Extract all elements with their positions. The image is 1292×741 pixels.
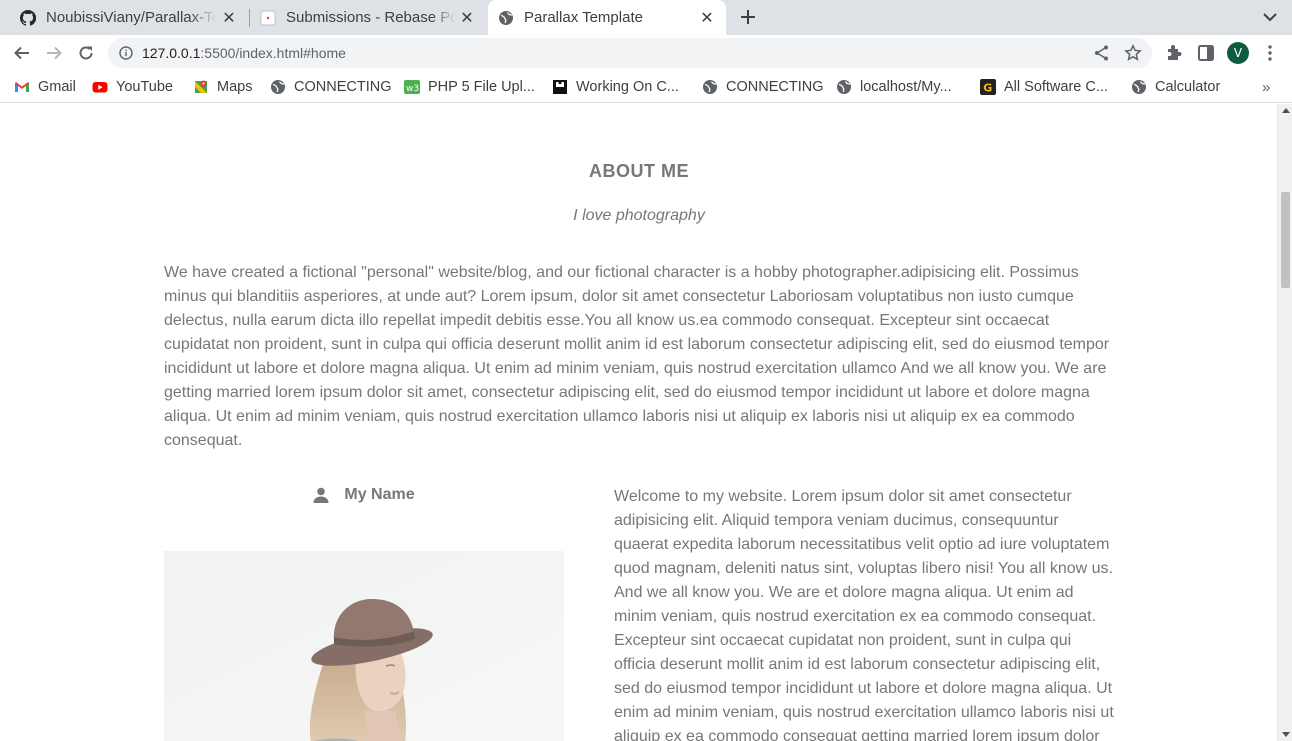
url-host: 127.0.0.1 [142,45,201,61]
bookmark-label: Working On C... [576,79,679,95]
maps-icon [195,80,207,93]
w3-icon: w3 [404,80,420,94]
tab-title: Submissions - Rebase Port [286,9,456,26]
close-icon[interactable]: ✕ [698,8,716,27]
bookmark-label: Calculator [1155,79,1221,95]
woman-in-hat-photo [164,551,564,741]
url-text: 127.0.0.1:5500/index.html#home [142,45,346,61]
svg-text:G: G [983,82,992,95]
arrow-left-icon [14,46,29,60]
svg-text:w3: w3 [406,84,419,94]
bookmarks-overflow-button[interactable]: » [1262,79,1270,96]
bookmark-label: localhost/My... [860,79,952,95]
page-icon [260,10,276,25]
bookmark-label: PHP 5 File Upl... [428,79,535,95]
tab-title: Parallax Template [524,9,643,26]
tab-github[interactable]: NoubissiViany/Parallax-Te ✕ [10,0,248,35]
chevron-down-icon [1263,13,1277,22]
reload-icon [79,46,93,60]
name-heading: My Name [164,486,564,504]
tab-strip: NoubissiViany/Parallax-Te ✕ Submissions … [0,0,1292,35]
info-icon[interactable] [119,46,133,60]
name-label: My Name [344,486,415,503]
bookmark-connecting[interactable]: CONNECTING [270,77,391,97]
bookmark-all-software[interactable]: G All Software C... [980,77,1108,97]
star-icon[interactable] [1124,44,1142,62]
scrollbar-thumb[interactable] [1281,192,1290,288]
reload-button[interactable] [74,41,98,65]
bookmark-icon [553,80,567,94]
bookmark-label: All Software C... [1004,79,1108,95]
bookmark-maps[interactable]: Maps [193,77,252,97]
g-icon: G [980,79,996,95]
scroll-down-arrow-icon[interactable] [1282,732,1290,737]
url-path: :5500/index.html#home [200,45,346,61]
share-icon[interactable] [1093,44,1111,62]
tab-search-button[interactable] [1259,7,1281,27]
youtube-icon [92,82,108,93]
bookmark-label: Gmail [38,79,76,95]
bookmark-working-on[interactable]: Working On C... [552,77,679,97]
extensions-icon[interactable] [1164,43,1184,63]
globe-icon [271,80,285,94]
bookmark-connecting-2[interactable]: CONNECTING [702,77,823,97]
bookmarks-bar: Gmail YouTube Maps CONNECTING w3 PHP 5 F… [0,71,1292,103]
globe-icon [499,10,513,25]
tab-submissions[interactable]: Submissions - Rebase Port ✕ [250,0,486,35]
welcome-paragraph: Welcome to my website. Lorem ipsum dolor… [614,488,1114,741]
page-scrollbar[interactable] [1277,104,1292,741]
bookmark-label: CONNECTING [726,79,824,95]
bookmark-localhost[interactable]: localhost/My... [836,77,952,97]
back-button[interactable] [10,41,34,65]
bookmark-youtube[interactable]: YouTube [92,77,173,97]
forward-button[interactable] [42,41,66,65]
close-icon[interactable]: ✕ [220,8,238,27]
github-icon [20,9,36,26]
profile-avatar[interactable]: V [1227,42,1249,64]
about-heading: ABOUT ME [589,161,689,181]
more-vert-icon[interactable] [1262,44,1278,62]
about-paragraph: We have created a fictional "personal" w… [164,264,1110,449]
page-viewport: ABOUT ME I love photography We have crea… [0,104,1292,741]
bookmark-php-upload[interactable]: w3 PHP 5 File Upl... [404,77,535,97]
bookmark-gmail[interactable]: Gmail [14,77,76,97]
user-icon [313,487,329,503]
gmail-icon [15,82,29,92]
profile-photo [164,551,564,741]
globe-icon [837,80,851,94]
tab-parallax-template[interactable]: Parallax Template ✕ [488,0,726,35]
plus-icon [741,10,755,24]
new-tab-button[interactable] [736,5,760,29]
globe-icon [703,80,717,94]
browser-toolbar: 127.0.0.1:5500/index.html#home [0,35,1292,71]
globe-icon [1132,80,1146,94]
scroll-up-arrow-icon[interactable] [1282,108,1290,113]
close-icon[interactable]: ✕ [458,8,476,27]
side-panel-icon[interactable] [1196,43,1216,63]
bookmark-label: YouTube [116,79,173,95]
bookmark-label: CONNECTING [294,79,392,95]
address-bar[interactable]: 127.0.0.1:5500/index.html#home [108,38,1152,68]
bookmark-label: Maps [217,79,253,95]
arrow-right-icon [47,46,62,60]
tab-title: NoubissiViany/Parallax-Te [46,9,216,26]
about-subheading: I love photography [573,207,705,224]
bookmark-calculator[interactable]: Calculator [1131,77,1220,97]
